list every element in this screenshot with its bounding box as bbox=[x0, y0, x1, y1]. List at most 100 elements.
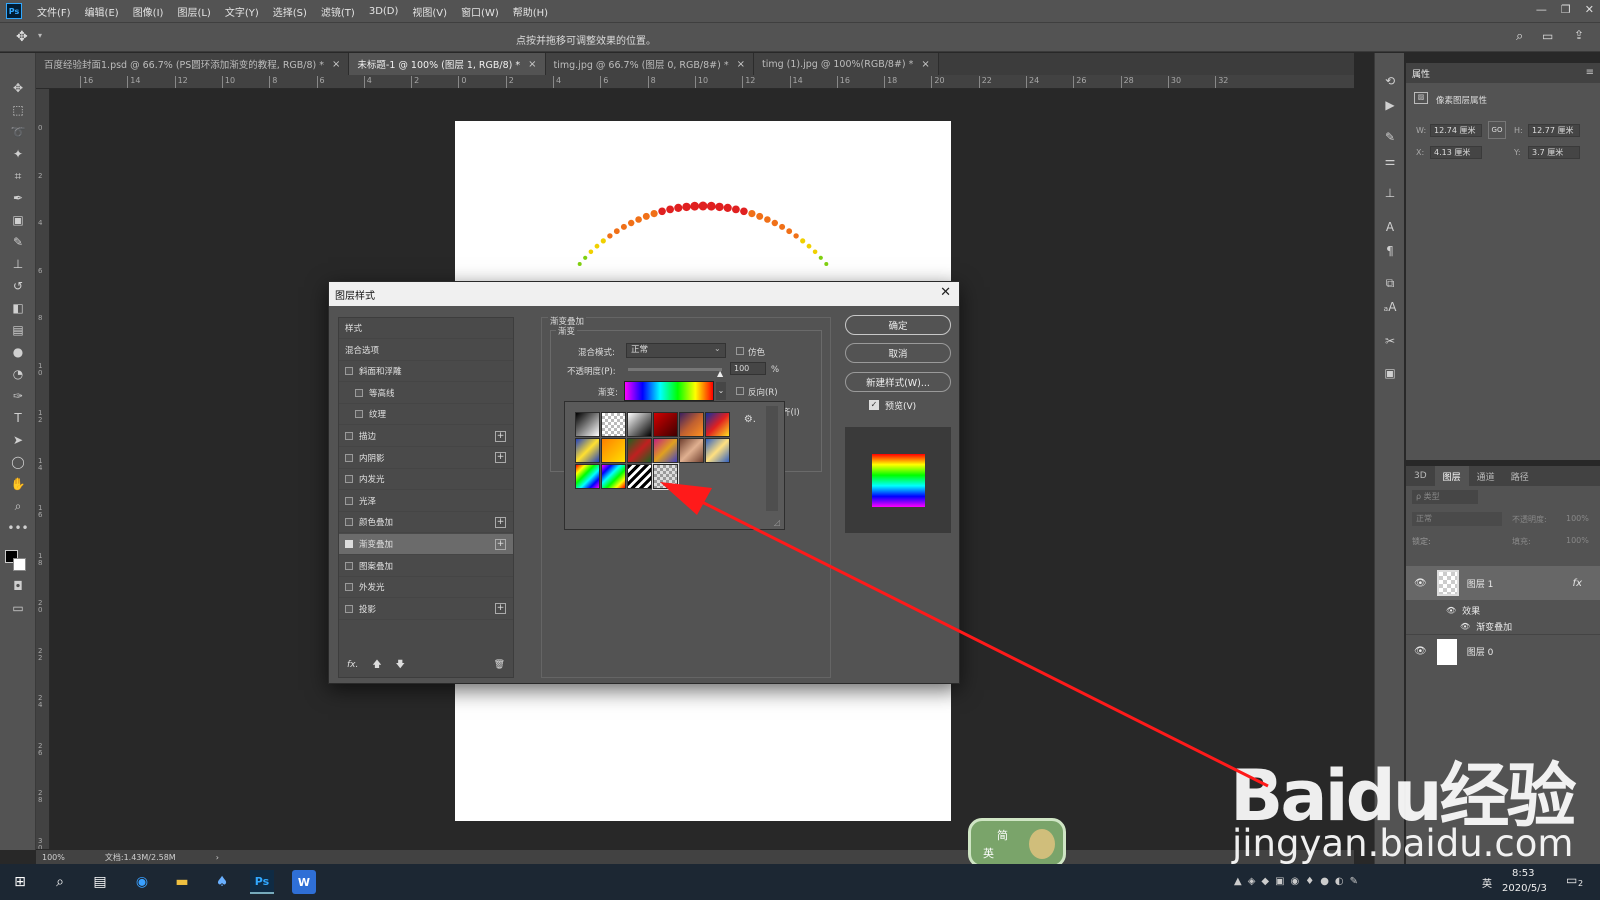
style-item[interactable]: 内阴影 + bbox=[339, 448, 513, 469]
zoom-level[interactable]: 100% bbox=[42, 853, 65, 862]
blur-icon[interactable]: ● bbox=[8, 343, 28, 361]
text-tool-icon[interactable]: T bbox=[8, 409, 28, 427]
clock-date[interactable]: 2020/5/3 bbox=[1502, 883, 1547, 894]
app-icon[interactable]: ♠ bbox=[210, 870, 234, 894]
close-icon[interactable]: × bbox=[921, 59, 929, 70]
chevron-down-icon[interactable]: ▾ bbox=[38, 31, 42, 40]
menu-layer[interactable]: 图层(L) bbox=[170, 4, 217, 19]
chevron-down-icon[interactable]: ⌄ bbox=[716, 382, 726, 400]
x-field[interactable]: 4.13 厘米 bbox=[1430, 146, 1482, 159]
style-checkbox[interactable] bbox=[345, 604, 353, 613]
more-tools-icon[interactable]: ••• bbox=[7, 519, 28, 537]
restore-icon[interactable]: ❐ bbox=[1561, 3, 1571, 16]
task-view-icon[interactable]: ▤ bbox=[88, 870, 112, 894]
frame-icon[interactable]: ▣ bbox=[8, 211, 28, 229]
history-brush-icon[interactable]: ↺ bbox=[8, 277, 28, 295]
style-item[interactable]: 等高线 bbox=[339, 383, 513, 404]
resize-handle-icon[interactable]: ◿ bbox=[774, 518, 780, 527]
clone-source-icon[interactable]: ⊥ bbox=[1382, 185, 1398, 201]
gradient-preview-swatch[interactable] bbox=[624, 381, 714, 401]
gradient-preset-swatch[interactable] bbox=[679, 438, 704, 463]
fill-value[interactable]: 100% bbox=[1566, 536, 1589, 545]
move-tool-icon[interactable]: ✥ bbox=[16, 29, 28, 45]
blend-mode-select[interactable]: 正常 bbox=[1412, 512, 1502, 526]
close-icon[interactable]: ✕ bbox=[1585, 3, 1594, 16]
eye-icon[interactable]: 👁 bbox=[1414, 646, 1427, 657]
style-checkbox[interactable] bbox=[355, 388, 363, 397]
gear-icon[interactable]: ⚙. bbox=[744, 414, 756, 425]
pen-icon[interactable]: ✑ bbox=[8, 387, 28, 405]
gradient-preset-swatch[interactable] bbox=[705, 438, 730, 463]
opacity-slider-track[interactable] bbox=[628, 368, 722, 371]
background-color-swatch[interactable] bbox=[13, 558, 26, 571]
lasso-icon[interactable]: ➰ bbox=[8, 123, 28, 141]
fx-icon[interactable]: fx bbox=[1573, 578, 1582, 589]
style-checkbox[interactable] bbox=[345, 583, 353, 592]
style-item[interactable]: 斜面和浮雕 bbox=[339, 361, 513, 383]
play-icon[interactable]: ▶ bbox=[1382, 97, 1398, 113]
style-item[interactable]: 纹理 bbox=[339, 404, 513, 426]
styles-icon[interactable]: ⧉ bbox=[1382, 275, 1398, 291]
menu-type[interactable]: 文字(Y) bbox=[218, 4, 266, 19]
tab-document-active[interactable]: 未标题-1 @ 100% (图层 1, RGB/8) * × bbox=[349, 53, 546, 75]
style-item[interactable]: 光泽 bbox=[339, 491, 513, 512]
system-tray-icons[interactable]: ▲◈◆▣◉♦●◐✎ bbox=[1234, 876, 1364, 887]
opacity-input[interactable]: 100 bbox=[730, 362, 766, 375]
eraser-icon[interactable]: ◧ bbox=[8, 299, 28, 317]
link-dimensions-icon[interactable]: GO bbox=[1488, 121, 1506, 139]
libraries-icon[interactable]: ▣ bbox=[1382, 365, 1398, 381]
gradient-preset-swatch[interactable] bbox=[601, 438, 626, 463]
path-select-icon[interactable]: ➤ bbox=[8, 431, 28, 449]
character-icon[interactable]: A bbox=[1382, 219, 1398, 235]
gradient-preset-swatch[interactable] bbox=[601, 412, 626, 437]
dodge-icon[interactable]: ◔ bbox=[8, 365, 28, 383]
paragraph-icon[interactable]: ¶ bbox=[1382, 243, 1398, 259]
gradient-preset-swatch[interactable] bbox=[575, 464, 600, 489]
clock-time[interactable]: 8:53 bbox=[1512, 868, 1534, 879]
ellipse-icon[interactable]: ◯ bbox=[8, 453, 28, 471]
reverse-checkbox[interactable] bbox=[736, 387, 744, 395]
notification-icon[interactable]: ▭ bbox=[1566, 873, 1577, 887]
tab-layers[interactable]: 图层 bbox=[1434, 466, 1469, 486]
style-item[interactable]: 图案叠加 bbox=[339, 556, 513, 577]
close-icon[interactable]: × bbox=[528, 59, 536, 70]
add-instance-icon[interactable]: + bbox=[495, 430, 506, 442]
history-icon[interactable]: ⟲ bbox=[1382, 73, 1398, 89]
style-item[interactable]: 颜色叠加 + bbox=[339, 512, 513, 534]
width-field[interactable]: 12.74 厘米 bbox=[1430, 124, 1482, 137]
workspace-icon[interactable]: ▭ bbox=[1542, 29, 1553, 43]
opacity-value[interactable]: 100% bbox=[1566, 514, 1589, 523]
gradient-preset-swatch[interactable] bbox=[679, 412, 704, 437]
style-item[interactable]: 投影 + bbox=[339, 599, 513, 620]
tab-3d[interactable]: 3D bbox=[1406, 466, 1435, 486]
eyedropper-icon[interactable]: ✒ bbox=[8, 189, 28, 207]
screen-mode-icon[interactable]: ▭ bbox=[8, 599, 28, 617]
chevron-right-icon[interactable]: › bbox=[216, 853, 219, 862]
gradient-preset-swatch[interactable] bbox=[575, 412, 600, 437]
style-checkbox[interactable] bbox=[345, 518, 353, 527]
menu-select[interactable]: 选择(S) bbox=[266, 4, 314, 19]
menu-edit[interactable]: 编辑(E) bbox=[78, 4, 126, 19]
tab-paths[interactable]: 路径 bbox=[1503, 466, 1537, 486]
move-down-icon[interactable]: 🡇 bbox=[396, 657, 405, 673]
ok-button[interactable]: 确定 bbox=[845, 315, 951, 335]
style-checkbox[interactable] bbox=[345, 496, 353, 505]
eye-icon[interactable]: 👁 bbox=[1446, 606, 1456, 615]
preview-checkbox[interactable]: ✓ bbox=[869, 400, 879, 410]
gradient-tool-icon[interactable]: ▤ bbox=[8, 321, 28, 339]
style-checkbox[interactable] bbox=[345, 367, 353, 376]
dither-checkbox[interactable] bbox=[736, 347, 744, 355]
zoom-icon[interactable]: ⌕ bbox=[8, 497, 28, 515]
style-checkbox[interactable] bbox=[355, 410, 363, 419]
wps-taskbar-icon[interactable]: W bbox=[292, 870, 316, 894]
move-icon[interactable]: ✥ bbox=[8, 79, 28, 97]
move-up-icon[interactable]: 🡅 bbox=[372, 657, 381, 673]
ime-indicator[interactable]: 英 bbox=[1482, 875, 1492, 890]
minimize-icon[interactable]: — bbox=[1536, 3, 1547, 16]
style-item[interactable]: 渐变叠加 + bbox=[339, 534, 513, 555]
style-item[interactable]: 描边 + bbox=[339, 426, 513, 447]
menu-view[interactable]: 视图(V) bbox=[405, 4, 454, 19]
add-instance-icon[interactable]: + bbox=[495, 452, 506, 464]
eye-icon[interactable]: 👁 bbox=[1414, 578, 1427, 589]
fx-icon[interactable]: fx. bbox=[347, 660, 358, 670]
